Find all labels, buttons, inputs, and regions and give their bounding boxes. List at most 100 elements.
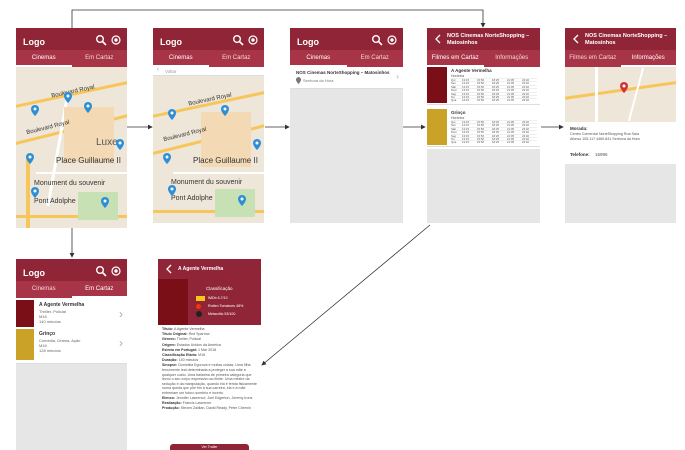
tab-bar: Cinemas Em Cartaz	[290, 50, 403, 67]
location-target-icon[interactable]	[110, 34, 122, 46]
movie-schedule-list: A Agente Vermelha Horários Qui 13:15 15:50…	[427, 67, 540, 149]
chevron-left-icon[interactable]: ‹	[157, 67, 159, 73]
cinema-pin-icon[interactable]	[253, 139, 261, 150]
movie-list-item[interactable]: Grinço Comédia, Drama, Ação M16 128 minu…	[16, 327, 127, 364]
map-view[interactable]: Boulevard Royal Boulevard Royal Luxer Pl…	[16, 67, 127, 228]
tab-cinemas[interactable]: Cinemas	[16, 281, 72, 298]
location-target-icon[interactable]	[386, 34, 398, 46]
search-icon[interactable]	[95, 34, 107, 46]
tab-bar: Cinemas Em Cartaz	[16, 50, 127, 67]
mini-map[interactable]	[565, 67, 676, 122]
detail-field-value: M16	[198, 352, 206, 357]
schedule-row: Qua 13:15 15:50 18:25 21:05 23:40	[451, 98, 537, 103]
chevron-right-icon[interactable]: ›	[119, 307, 123, 321]
tab-cinemas[interactable]: Cinemas	[290, 50, 347, 67]
tab-informacoes[interactable]: Informações	[484, 50, 541, 67]
app-logo: Logo	[23, 37, 45, 47]
schedule-time[interactable]: 15:50	[477, 98, 492, 102]
cinema-pin-icon[interactable]	[101, 197, 109, 208]
search-icon[interactable]	[371, 34, 383, 46]
arrow-4-7	[261, 224, 431, 366]
back-arrow-icon[interactable]	[433, 34, 443, 44]
cinema-header: NOS Cinemas NorteShopping – Matosinhos	[565, 28, 676, 50]
cinema-pin-icon[interactable]	[31, 187, 39, 198]
trailer-button[interactable]: Ver Trailer	[170, 444, 249, 450]
map-view[interactable]: Voltar ‹ Boulevard Royal Boulevard Royal…	[153, 67, 264, 223]
schedule-time[interactable]: 13:15	[462, 98, 477, 102]
movie-title: A Agente Vermelha	[39, 302, 85, 308]
classification-panel: Classificação IMDb 6.7/10 Rotten Tomatoe…	[188, 279, 261, 325]
chevron-right-icon[interactable]: ›	[119, 336, 123, 350]
movie-schedule[interactable]: A Agente Vermelha Horários Qui 13:15 15:50…	[427, 67, 540, 105]
classification-label: Classificação	[206, 286, 233, 291]
schedule-row: Qua 13:15 15:50 18:25 21:05 23:40	[451, 140, 537, 145]
location-target-icon[interactable]	[110, 265, 122, 277]
location-target-icon[interactable]	[247, 34, 259, 46]
cinema-pin-icon[interactable]	[84, 102, 92, 113]
chevron-right-icon[interactable]: ›	[396, 72, 399, 81]
detail-field-value: Estados Unidos da América	[176, 342, 221, 347]
tab-em-cartaz[interactable]: Em Cartaz	[347, 50, 404, 67]
back-arrow-icon[interactable]	[164, 264, 174, 274]
rating-metacritic: Metacritic 53/100	[208, 312, 236, 316]
back-arrow-icon[interactable]	[571, 34, 581, 44]
tab-filmes-em-cartaz[interactable]: Filmes em Cartaz	[427, 50, 484, 67]
schedule-time[interactable]: 13:15	[462, 140, 477, 144]
cinema-pin-icon[interactable]	[163, 153, 171, 164]
tab-informacoes[interactable]: Informações	[620, 50, 676, 67]
app-logo: Logo	[23, 268, 45, 278]
cinema-pin-icon[interactable]	[168, 109, 176, 120]
screen-cinemas-map-selected: Logo Cinemas Em Cartaz Voltar ‹ Boulevar…	[153, 28, 264, 223]
cinema-pin-icon[interactable]	[238, 195, 246, 206]
movie-duration: 128 minutos	[39, 348, 61, 353]
map-label: Monument du souvenir	[171, 179, 243, 186]
schedule-day: Qua	[451, 98, 457, 103]
detail-field-label: Sinopse:	[162, 363, 179, 368]
cinema-list-item[interactable]: NOS Cinemas NorteShopping – Matosinhos S…	[290, 67, 403, 89]
schedule-time[interactable]: 23:40	[522, 140, 537, 144]
phone-value: 16996	[595, 152, 608, 157]
tab-cinemas[interactable]: Cinemas	[16, 50, 72, 67]
cinema-pin-icon[interactable]	[116, 139, 124, 150]
detail-field-value: A Agente Vermelha	[173, 327, 205, 331]
search-icon[interactable]	[232, 34, 244, 46]
schedule-grid: Qui 13:15 15:50 18:25 21:05 23:40 Sex 13:15 15:5…	[451, 78, 537, 102]
cinema-title: NOS Cinemas NorteShopping – Matosinhos	[585, 33, 668, 46]
address-label: Morada:	[570, 126, 588, 131]
screen-cinemas-map: Logo Cinemas Em Cartaz Boulevard Royal B…	[16, 28, 127, 228]
metacritic-icon	[196, 311, 202, 317]
tab-filmes-em-cartaz[interactable]: Filmes em Cartaz	[565, 50, 621, 67]
movie-schedule[interactable]: Grinço Horários Qui 13:15 15:50 18:25 21:05 2…	[427, 107, 540, 147]
cinema-pin-icon[interactable]	[64, 92, 72, 103]
movie-title: Grinço	[39, 331, 56, 337]
tab-em-cartaz[interactable]: Em Cartaz	[209, 50, 265, 67]
cinema-pin-icon[interactable]	[168, 185, 176, 196]
schedule-day: Qua	[451, 140, 457, 145]
schedule-time[interactable]: 21:05	[507, 140, 522, 144]
cinema-pin-icon[interactable]	[26, 153, 34, 164]
back-link[interactable]: Voltar	[165, 69, 177, 74]
tab-em-cartaz[interactable]: Em Cartaz	[72, 50, 128, 67]
movie-poster	[16, 329, 34, 360]
tab-cinemas[interactable]: Cinemas	[153, 50, 209, 67]
tab-bar: Cinemas Em Cartaz	[153, 50, 264, 67]
schedule-time[interactable]: 23:40	[522, 98, 537, 102]
detail-field: Realização: Francis Lawrence	[162, 401, 257, 406]
detail-field: Produção: Steven Zaillian, David Ready, …	[162, 406, 257, 411]
cinema-pin-icon[interactable]	[31, 105, 39, 116]
movie-poster	[427, 109, 447, 145]
screen-cinema-movies: NOS Cinemas NorteShopping – Matosinhos F…	[427, 28, 540, 223]
tab-em-cartaz[interactable]: Em Cartaz	[71, 281, 127, 298]
detail-field-label: Origem:	[162, 342, 177, 347]
schedule-time[interactable]: 18:25	[492, 140, 507, 144]
search-icon[interactable]	[95, 265, 107, 277]
cinema-pin-icon[interactable]	[620, 82, 628, 93]
schedule-time[interactable]: 15:50	[477, 140, 492, 144]
cinema-pin-icon[interactable]	[221, 105, 229, 116]
detail-field-label: Título:	[162, 327, 174, 331]
screen-cinema-info: NOS Cinemas NorteShopping – Matosinhos F…	[565, 28, 676, 223]
schedule-time[interactable]: 18:25	[492, 98, 507, 102]
schedule-time[interactable]: 21:05	[507, 98, 522, 102]
movie-title: A Agente Vermelha	[451, 68, 492, 73]
detail-field-value: Dominika Egorova é muitas coisas. Uma fi…	[162, 363, 257, 395]
